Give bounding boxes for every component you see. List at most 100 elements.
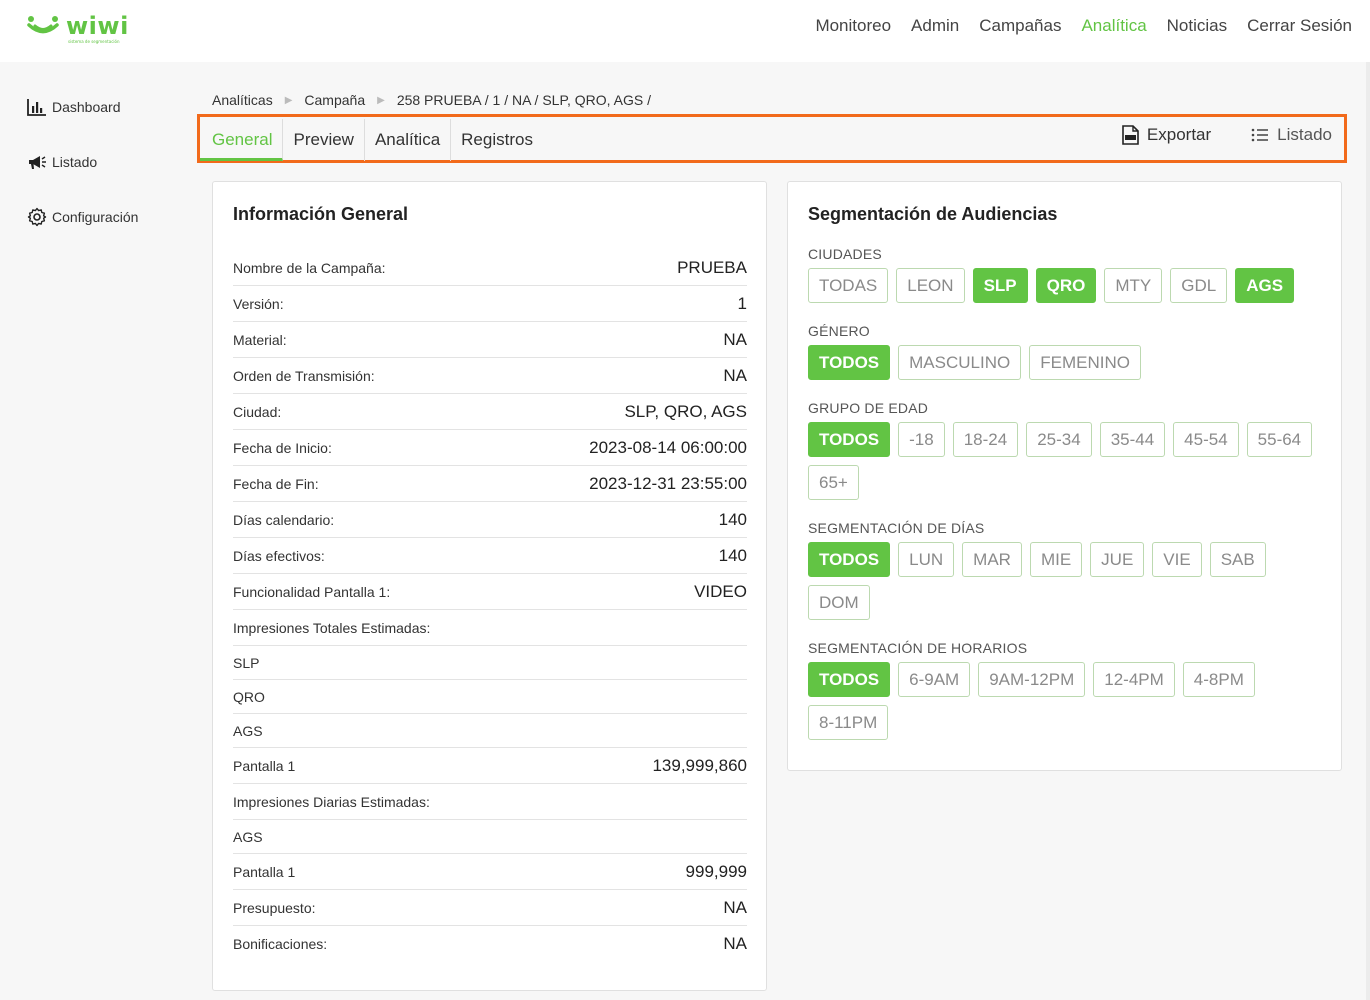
nav-monitoreo[interactable]: Monitoreo — [815, 16, 891, 36]
breadcrumb-campana[interactable]: Campaña — [304, 92, 365, 108]
chip-dia-mie[interactable]: MIE — [1029, 542, 1083, 577]
chip-edad-65-plus[interactable]: 65+ — [808, 465, 859, 500]
info-row: Fecha de Inicio: 2023-08-14 06:00:00 — [233, 430, 747, 466]
info-row: Ciudad: SLP, QRO, AGS — [233, 394, 747, 430]
sidebar-item-configuracion[interactable]: Configuración — [26, 205, 138, 229]
info-value: 999,999 — [685, 861, 747, 881]
chip-horario-6-9am[interactable]: 6-9AM — [898, 662, 971, 697]
sidebar-item-listado[interactable]: Listado — [26, 150, 138, 174]
chip-horario-9am-12pm[interactable]: 9AM-12PM — [978, 662, 1086, 697]
chip-edad-25-34[interactable]: 25-34 — [1026, 422, 1092, 457]
info-key: Días efectivos: — [233, 547, 325, 564]
card-title: Información General — [233, 204, 409, 224]
info-value: 2023-08-14 06:00:00 — [589, 437, 747, 457]
info-row: Días efectivos: 140 — [233, 538, 747, 574]
listado-button[interactable]: Listado — [1251, 125, 1332, 145]
chip-ciudad-gdl[interactable]: GDL — [1170, 268, 1228, 303]
page-scrollbar[interactable] — [1366, 62, 1370, 1000]
chip-horario-12-4pm[interactable]: 12-4PM — [1093, 662, 1175, 697]
chip-dia-sab[interactable]: SAB — [1209, 542, 1266, 577]
tab-general[interactable]: General — [200, 119, 284, 161]
info-key: Bonificaciones: — [233, 936, 328, 952]
breadcrumb-analiticas[interactable]: Analíticas — [212, 92, 273, 108]
chip-edad-18-24[interactable]: 18-24 — [952, 422, 1019, 457]
chip-dia-dom[interactable]: DOM — [808, 585, 870, 620]
chip-ciudad-slp[interactable]: SLP — [972, 268, 1028, 303]
chips-dias: TODOS LUN MAR MIE JUE VIE SAB DOM — [808, 542, 1328, 620]
info-key: SLP — [233, 654, 260, 671]
info-key: Presupuesto: — [233, 899, 316, 916]
card-title: Segmentación de Audiencias — [808, 204, 1058, 224]
chip-horario-4-8pm[interactable]: 4-8PM — [1182, 662, 1255, 697]
general-info-card: Información General Nombre de la Campaña… — [212, 181, 767, 991]
info-key: Impresiones Diarias Estimadas: — [233, 793, 430, 810]
chip-edad-35-44[interactable]: 35-44 — [1099, 422, 1166, 457]
chip-edad-todos[interactable]: TODOS — [808, 422, 891, 457]
breadcrumb-separator-icon: ▶ — [377, 94, 385, 106]
chip-ciudad-qro[interactable]: QRO — [1035, 268, 1097, 303]
info-key: Ciudad: — [233, 403, 282, 420]
info-value: NA — [723, 897, 747, 917]
chip-dia-vie[interactable]: VIE — [1152, 542, 1202, 577]
tab-analitica[interactable]: Analítica — [365, 119, 452, 161]
chip-dia-mar[interactable]: MAR — [962, 542, 1022, 577]
info-row: Bonificaciones: NA — [233, 926, 747, 962]
chip-edad-menos-18[interactable]: -18 — [898, 422, 945, 457]
chip-ciudad-ags[interactable]: AGS — [1235, 268, 1295, 303]
sidebar-item-label: Configuración — [52, 209, 139, 225]
info-row: AGS — [233, 820, 747, 854]
info-row: Versión: 1 — [233, 286, 747, 322]
info-row: Fecha de Fin: 2023-12-31 23:55:00 — [233, 466, 747, 502]
info-value: NA — [723, 365, 747, 385]
tab-bar: General Preview Analítica Registros Expo… — [197, 114, 1347, 163]
info-key: Fecha de Fin: — [233, 475, 319, 492]
chip-genero-femenino[interactable]: FEMENINO — [1029, 345, 1141, 380]
info-value: 2023-12-31 23:55:00 — [589, 473, 747, 493]
chip-dia-todos[interactable]: TODOS — [808, 542, 891, 577]
chip-ciudad-leon[interactable]: LEON — [896, 268, 965, 303]
breadcrumb-current: 258 PRUEBA / 1 / NA / SLP, QRO, AGS / — [396, 92, 652, 108]
info-row: QRO — [233, 680, 747, 714]
chip-horario-8-11pm[interactable]: 8-11PM — [808, 705, 889, 740]
group-label-dias: SEGMENTACIÓN DE DÍAS — [808, 520, 985, 536]
tab-registros[interactable]: Registros — [451, 119, 543, 161]
nav-campanas[interactable]: Campañas — [979, 16, 1061, 36]
bar-chart-icon — [26, 97, 48, 117]
sidebar-item-dashboard[interactable]: Dashboard — [26, 95, 138, 119]
chip-ciudad-todas[interactable]: TODAS — [808, 268, 889, 303]
chip-edad-45-54[interactable]: 45-54 — [1173, 422, 1239, 457]
nav-noticias[interactable]: Noticias — [1167, 16, 1227, 36]
info-key: Orden de Transmisión: — [233, 367, 375, 384]
export-label: Exportar — [1146, 125, 1212, 144]
tab-actions: Exportar Listado — [1122, 125, 1332, 145]
chips-ciudades: TODAS LEON SLP QRO MTY GDL AGS — [808, 268, 1328, 303]
sidebar-item-label: Listado — [52, 154, 98, 170]
listado-label: Listado — [1277, 125, 1332, 144]
nav-admin[interactable]: Admin — [911, 16, 959, 36]
chip-horario-todos[interactable]: TODOS — [808, 662, 891, 697]
info-key: Pantalla 1 — [233, 757, 296, 774]
brand-logo[interactable]: wiwi sistema de segmentación — [26, 12, 136, 44]
list-icon — [1251, 128, 1269, 142]
info-row: Orden de Transmisión: NA — [233, 358, 747, 394]
info-row: SLP — [233, 646, 747, 680]
chip-genero-todos[interactable]: TODOS — [808, 345, 891, 380]
chip-edad-55-64[interactable]: 55-64 — [1246, 422, 1313, 457]
breadcrumb: Analíticas ▶ Campaña ▶ 258 PRUEBA / 1 / … — [212, 92, 651, 108]
chips-horarios: TODOS 6-9AM 9AM-12PM 12-4PM 4-8PM 8-11PM — [808, 662, 1328, 740]
chip-genero-masculino[interactable]: MASCULINO — [898, 345, 1022, 380]
tab-preview[interactable]: Preview — [283, 119, 365, 161]
nav-analitica[interactable]: Analítica — [1081, 16, 1146, 36]
breadcrumb-separator-icon: ▶ — [284, 94, 293, 106]
chip-ciudad-mty[interactable]: MTY — [1104, 268, 1163, 303]
info-key: Funcionalidad Pantalla 1: — [233, 583, 391, 600]
info-row: Impresiones Totales Estimadas: — [233, 610, 747, 646]
brand-tagline: sistema de segmentación — [68, 39, 120, 44]
info-row: Pantalla 1 139,999,860 — [233, 748, 747, 784]
info-key: Nombre de la Campaña: — [233, 259, 386, 276]
chip-dia-jue[interactable]: JUE — [1090, 542, 1145, 577]
chip-dia-lun[interactable]: LUN — [898, 542, 955, 577]
nav-cerrar-sesion[interactable]: Cerrar Sesión — [1247, 16, 1352, 36]
export-button[interactable]: Exportar — [1122, 125, 1211, 145]
info-value: NA — [723, 329, 747, 349]
